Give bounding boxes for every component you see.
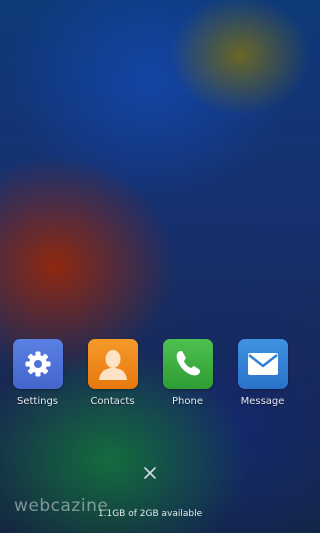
message-label: Message [240,396,285,407]
memory-status: 1.1GB of 2GB available [97,509,203,519]
app-contacts[interactable]: Contacts [75,339,150,407]
contact-person-icon [98,350,127,380]
app-message[interactable]: Message [225,339,300,407]
app-phone[interactable]: Phone [150,339,225,407]
phone-app-icon[interactable] [162,339,213,389]
app-settings[interactable]: Settings [0,339,75,407]
settings-label: Settings [16,396,58,407]
contacts-label: Contacts [90,396,135,407]
recent-apps-dock: Settings Contacts Phone Message [0,339,300,419]
gear-icon [25,351,50,377]
phone-handset-icon [176,351,200,376]
close-icon [144,467,156,479]
contacts-app-icon[interactable] [87,339,138,389]
phone-label: Phone [172,396,203,407]
clear-recents-button[interactable] [141,464,159,482]
envelope-icon [247,353,278,375]
message-app-icon[interactable] [237,339,288,389]
settings-app-icon[interactable] [12,339,63,389]
